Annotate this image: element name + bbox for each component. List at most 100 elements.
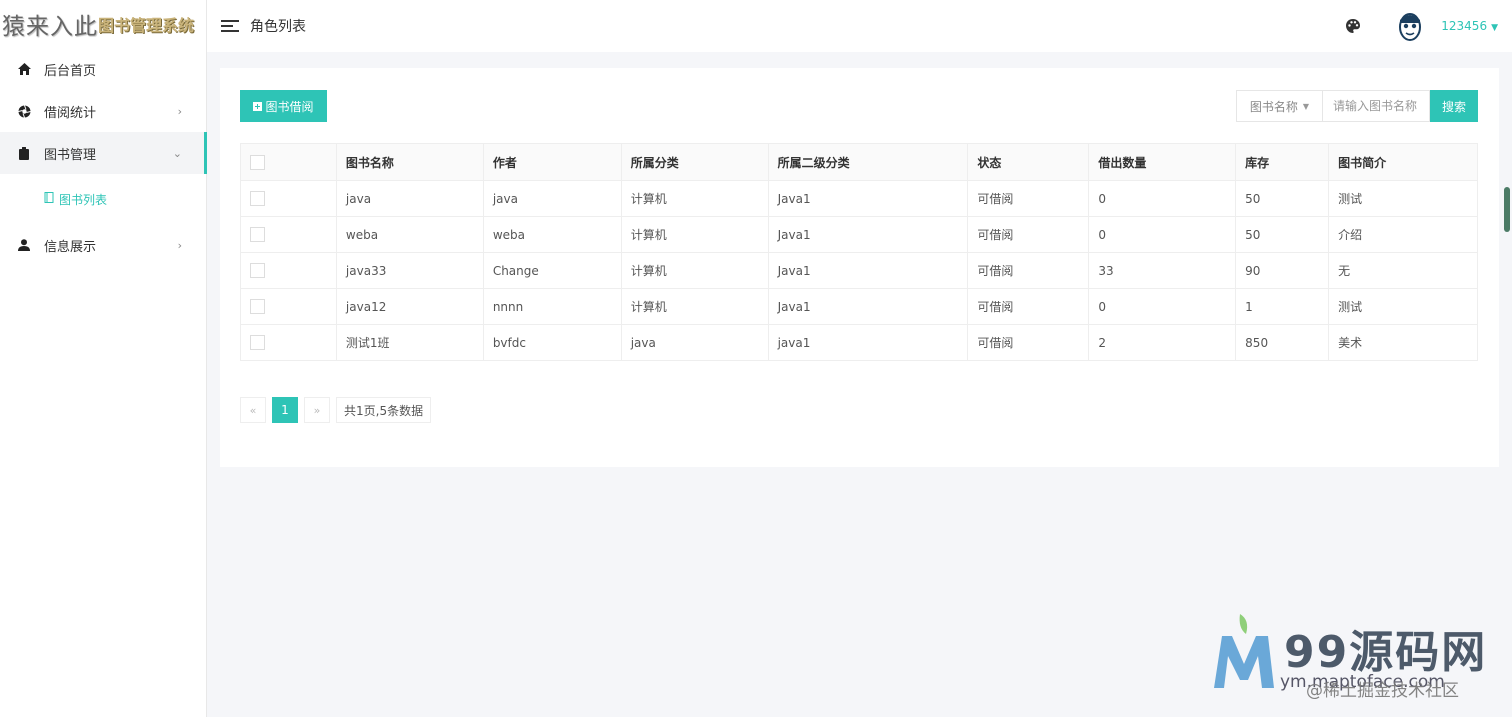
table-cell: 无 <box>1328 252 1478 289</box>
chevron-down-icon: ⌄ <box>172 146 182 160</box>
pagination: « 1 » 共1页,5条数据 <box>240 397 437 423</box>
sidebar-item-label: 信息展示 <box>44 239 97 255</box>
table-cell: 50 <box>1235 216 1330 253</box>
table-cell: Java1 <box>767 216 969 253</box>
table-cell: 计算机 <box>620 252 769 289</box>
sidebar-item-label: 借阅统计 <box>44 105 97 121</box>
row-checkbox-cell <box>240 180 337 217</box>
palette-icon[interactable] <box>1345 18 1361 34</box>
table-row[interactable]: weba weba 计算机 Java1 可借阅 0 50 介绍 <box>240 216 1478 253</box>
row-checkbox[interactable] <box>250 191 265 206</box>
sidebar-item-dashboard[interactable]: 后台首页 <box>0 48 206 90</box>
table-cell: weba <box>335 216 484 253</box>
sidebar-item-label: 后台首页 <box>44 63 97 79</box>
row-checkbox[interactable] <box>250 299 265 314</box>
table-cell: 0 <box>1088 180 1237 217</box>
table-cell: 可借阅 <box>967 252 1090 289</box>
table-cell: java1 <box>767 324 969 361</box>
table-row[interactable]: java java 计算机 Java1 可借阅 0 50 测试 <box>240 180 1478 217</box>
main-card: 图书借阅 图书名称 ▼ 搜索 图书名称 作者 所属分类 所属二级分类 状态 借出… <box>220 68 1499 467</box>
table-cell: 0 <box>1088 216 1237 253</box>
table-cell: 计算机 <box>620 180 769 217</box>
table-cell: nnnn <box>482 288 622 325</box>
sidebar-subitem-book-list[interactable]: 图书列表 <box>0 174 206 224</box>
table-cell: java12 <box>335 288 484 325</box>
home-icon <box>17 62 31 76</box>
table-cell: 33 <box>1088 252 1237 289</box>
book-table: 图书名称 作者 所属分类 所属二级分类 状态 借出数量 库存 图书简介 java… <box>240 143 1478 361</box>
table-row[interactable]: java12 nnnn 计算机 Java1 可借阅 0 1 测试 <box>240 288 1478 325</box>
user-menu[interactable]: 123456 ▼ <box>1441 19 1498 33</box>
page-number-button[interactable]: 1 <box>272 397 298 423</box>
sidebar: 猿来入此 图书管理系统 后台首页 借阅统计 › 图书管理 ⌄ 图书列表 信息展示… <box>0 0 207 717</box>
watermark-community: @稀土掘金技术社区 <box>1306 681 1459 701</box>
search-button[interactable]: 搜索 <box>1430 90 1478 122</box>
table-header-row: 图书名称 作者 所属分类 所属二级分类 状态 借出数量 库存 图书简介 <box>240 143 1478 181</box>
watermark-url: ym.maptoface.com <box>1280 672 1445 692</box>
table-cell: 介绍 <box>1328 216 1478 253</box>
row-checkbox[interactable] <box>250 263 265 278</box>
chevron-right-icon: › <box>177 104 182 118</box>
sidebar-item-label: 图书管理 <box>44 147 97 163</box>
table-cell: 90 <box>1235 252 1330 289</box>
row-checkbox-cell <box>240 252 337 289</box>
table-row[interactable]: java33 Change 计算机 Java1 可借阅 33 90 无 <box>240 252 1478 289</box>
search-field-select[interactable]: 图书名称 ▼ <box>1236 90 1322 122</box>
aperture-icon <box>17 104 31 118</box>
sidebar-item-info-display[interactable]: 信息展示 › <box>0 224 206 266</box>
row-checkbox-cell <box>240 288 337 325</box>
table-cell: 测试 <box>1328 180 1478 217</box>
borrow-book-label: 图书借阅 <box>265 99 314 114</box>
chevron-right-icon: › <box>177 238 182 252</box>
clipboard-icon <box>17 146 31 160</box>
row-checkbox-cell <box>240 324 337 361</box>
table-cell: 计算机 <box>620 288 769 325</box>
sidebar-item-book-management[interactable]: 图书管理 ⌄ <box>0 132 207 174</box>
sidebar-menu: 后台首页 借阅统计 › 图书管理 ⌄ 图书列表 信息展示 › <box>0 48 207 266</box>
select-all-checkbox[interactable] <box>250 154 265 170</box>
table-cell: Java1 <box>767 180 969 217</box>
next-page-button[interactable]: » <box>304 397 330 423</box>
book-icon <box>44 192 54 206</box>
avatar[interactable] <box>1397 10 1423 42</box>
search-group: 图书名称 ▼ 搜索 <box>1236 90 1478 122</box>
row-checkbox[interactable] <box>250 227 265 242</box>
row-checkbox[interactable] <box>250 335 265 350</box>
hamburger-menu-icon[interactable] <box>221 17 239 35</box>
caret-down-icon: ▼ <box>1491 23 1498 33</box>
caret-down-icon: ▼ <box>1302 101 1310 111</box>
sidebar-item-borrow-stats[interactable]: 借阅统计 › <box>0 90 206 132</box>
search-input[interactable] <box>1322 90 1430 122</box>
logo[interactable]: 猿来入此 图书管理系统 <box>0 0 206 48</box>
table-cell: java <box>482 180 622 217</box>
table-cell: bvfdc <box>482 324 622 361</box>
top-header: 角色列表 123456 ▼ <box>207 0 1512 52</box>
column-header: 所属分类 <box>620 143 769 181</box>
borrow-book-button[interactable]: 图书借阅 <box>240 90 327 122</box>
column-header: 作者 <box>482 143 622 181</box>
watermark-brand: 99源码网 <box>1284 627 1488 678</box>
table-cell: 可借阅 <box>967 216 1090 253</box>
column-header: 图书简介 <box>1328 143 1478 181</box>
table-cell: 可借阅 <box>967 288 1090 325</box>
username-label: 123456 <box>1441 19 1488 33</box>
user-icon <box>17 238 31 252</box>
table-cell: weba <box>482 216 622 253</box>
logo-main-text: 猿来入此 <box>2 14 98 40</box>
search-field-value: 图书名称 <box>1249 99 1298 114</box>
page-title: 角色列表 <box>250 19 306 35</box>
table-cell: 可借阅 <box>967 324 1090 361</box>
table-cell: 1 <box>1235 288 1330 325</box>
table-row[interactable]: 测试1班 bvfdc java java1 可借阅 2 850 美术 <box>240 324 1478 361</box>
scrollbar-thumb[interactable] <box>1504 187 1510 232</box>
prev-page-button[interactable]: « <box>240 397 266 423</box>
column-header: 图书名称 <box>335 143 484 181</box>
logo-sub-text: 图书管理系统 <box>98 16 195 35</box>
table-cell: 2 <box>1088 324 1237 361</box>
sidebar-subitem-label: 图书列表 <box>59 192 108 207</box>
table-cell: 测试 <box>1328 288 1478 325</box>
column-header: 状态 <box>967 143 1090 181</box>
table-cell: java33 <box>335 252 484 289</box>
pagination-info: 共1页,5条数据 <box>336 397 432 423</box>
column-header: 所属二级分类 <box>767 143 969 181</box>
